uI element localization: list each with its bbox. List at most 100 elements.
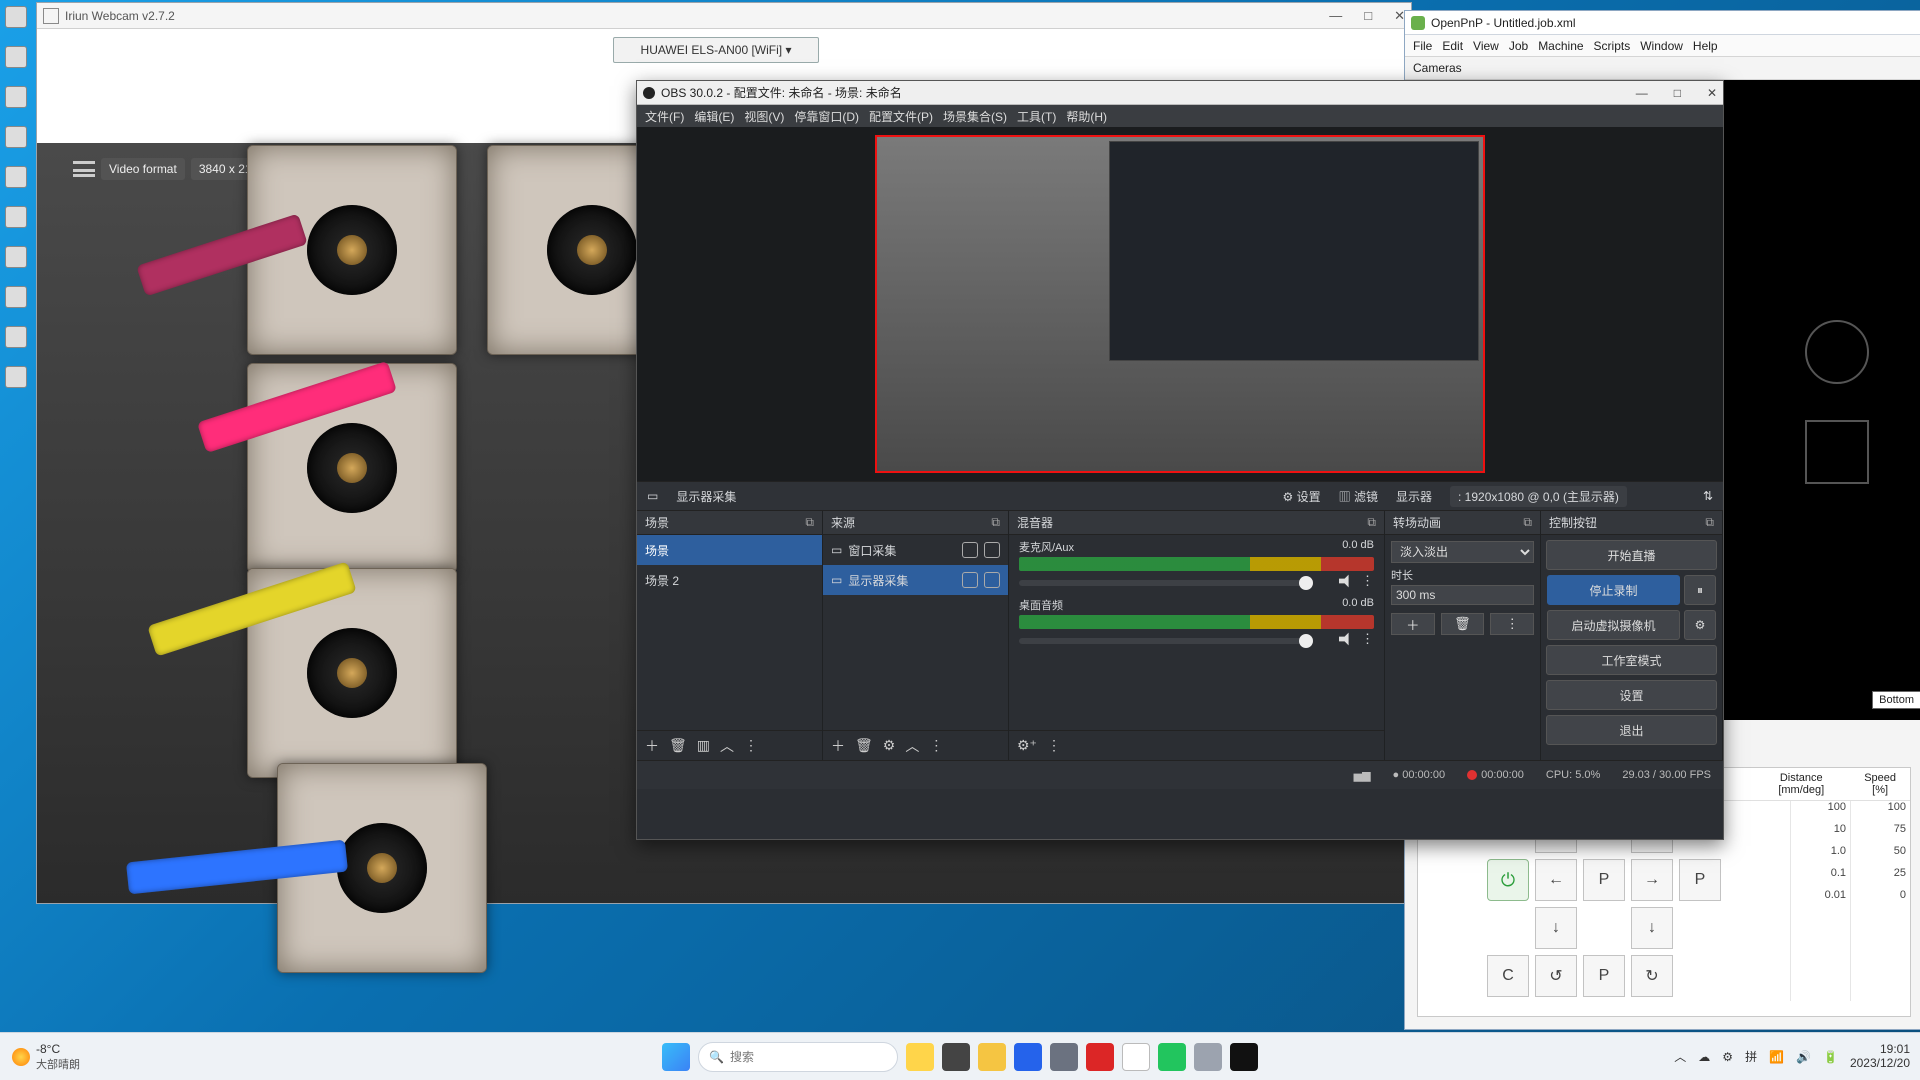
virtual-cam-button[interactable]: 启动虚拟摄像机: [1547, 610, 1680, 640]
source-up-button[interactable]: ︿: [905, 736, 919, 756]
studio-mode-button[interactable]: 工作室模式: [1546, 645, 1716, 675]
scene-more-button[interactable]: ⋮: [744, 737, 758, 754]
taskbar-app[interactable]: [1050, 1043, 1078, 1071]
scene-filter-button[interactable]: ▥: [697, 737, 710, 754]
channel-more[interactable]: ⋮: [1361, 631, 1374, 647]
settings-button[interactable]: 设置: [1546, 680, 1716, 710]
menu-profile[interactable]: 配置文件(P): [869, 108, 933, 125]
source-props-button[interactable]: ⚙: [883, 737, 896, 754]
desk-icon[interactable]: [5, 166, 27, 188]
menu-window[interactable]: Window: [1640, 39, 1683, 53]
desk-icon[interactable]: [5, 326, 27, 348]
taskbar-search[interactable]: 🔍 搜索: [698, 1042, 898, 1072]
taskbar-app[interactable]: [1194, 1043, 1222, 1071]
start-button[interactable]: [662, 1043, 690, 1071]
desk-icon[interactable]: [5, 206, 27, 228]
openpnp-menubar[interactable]: File Edit View Job Machine Scripts Windo…: [1405, 35, 1920, 57]
channel-more[interactable]: ⋮: [1361, 573, 1374, 589]
jog-y-down[interactable]: ↓: [1535, 907, 1577, 949]
menu-help[interactable]: Help: [1693, 39, 1718, 53]
start-stream-button[interactable]: 开始直播: [1546, 540, 1716, 570]
taskbar-app[interactable]: [942, 1043, 970, 1071]
menu-scenes[interactable]: 场景集合(S): [943, 108, 1007, 125]
lock-toggle[interactable]: [984, 542, 1000, 558]
distance-slider[interactable]: 100 10 1.0 0.1 0.01: [1790, 801, 1850, 1001]
speed-slider[interactable]: 100 75 50 25 0: [1850, 801, 1910, 1001]
menu-file[interactable]: File: [1413, 39, 1432, 53]
menu-edit[interactable]: 编辑(E): [694, 108, 734, 125]
display-value[interactable]: : 1920x1080 @ 0,0 (主显示器): [1450, 486, 1627, 507]
jog-ccw[interactable]: ↺: [1535, 955, 1577, 997]
exit-button[interactable]: 退出: [1546, 715, 1716, 745]
menu-view[interactable]: View: [1473, 39, 1499, 53]
add-scene-button[interactable]: ＋: [645, 736, 659, 756]
desk-icon[interactable]: [5, 86, 27, 108]
tray-icon[interactable]: ⚙: [1722, 1050, 1733, 1064]
menu-machine[interactable]: Machine: [1538, 39, 1583, 53]
menu-file[interactable]: 文件(F): [645, 108, 684, 125]
filters-button[interactable]: 滤镜: [1354, 490, 1378, 504]
menu-help[interactable]: 帮助(H): [1066, 108, 1107, 125]
mixer-more-button[interactable]: ⋮: [1047, 737, 1061, 754]
source-item[interactable]: ▭窗口采集: [823, 535, 1008, 565]
trans-more-button[interactable]: ⋮: [1490, 613, 1534, 635]
jog-z-down[interactable]: ↓: [1631, 907, 1673, 949]
tray-wifi-icon[interactable]: 📶: [1769, 1050, 1784, 1064]
taskbar-app[interactable]: [1122, 1043, 1150, 1071]
tray-ime[interactable]: 拼: [1745, 1048, 1757, 1065]
trans-add-button[interactable]: ＋: [1391, 613, 1435, 635]
desk-icon[interactable]: [5, 46, 27, 68]
obs-preview[interactable]: [637, 127, 1723, 481]
minimize-button[interactable]: —: [1329, 8, 1342, 24]
weather-widget[interactable]: -8°C 大部晴朗: [12, 1042, 80, 1072]
mute-button[interactable]: [1339, 573, 1355, 589]
taskbar[interactable]: -8°C 大部晴朗 🔍 搜索 ︿ ☁ ⚙ 拼 📶: [0, 1032, 1920, 1080]
obs-titlebar[interactable]: OBS 30.0.2 - 配置文件: 未命名 - 场景: 未命名 — □ ✕: [637, 81, 1723, 105]
jog-z-park[interactable]: P: [1679, 859, 1721, 901]
menu-scripts[interactable]: Scripts: [1594, 39, 1631, 53]
mute-button[interactable]: [1339, 631, 1355, 647]
trans-remove-button[interactable]: 🗑: [1441, 613, 1485, 635]
scene-item[interactable]: 场景 2: [637, 565, 822, 595]
undock-icon[interactable]: ⧉: [1367, 515, 1376, 530]
add-source-button[interactable]: ＋: [831, 736, 845, 756]
source-item[interactable]: ▭显示器采集: [823, 565, 1008, 595]
transition-select[interactable]: 淡入淡出: [1391, 541, 1534, 563]
scene-up-button[interactable]: ︿: [720, 736, 734, 756]
jog-x-left[interactable]: ←: [1535, 859, 1577, 901]
remove-scene-button[interactable]: 🗑: [669, 737, 687, 754]
desk-icon[interactable]: [5, 6, 27, 28]
tray-chevron[interactable]: ︿: [1674, 1048, 1686, 1065]
jog-cw[interactable]: ↻: [1631, 955, 1673, 997]
jog-c[interactable]: C: [1487, 955, 1529, 997]
desk-icon[interactable]: [5, 126, 27, 148]
jog-x-right[interactable]: →: [1631, 859, 1673, 901]
iriun-titlebar[interactable]: Iriun Webcam v2.7.2 — □ ✕: [37, 3, 1411, 29]
visibility-toggle[interactable]: [962, 572, 978, 588]
undock-icon[interactable]: ⧉: [1705, 515, 1714, 530]
volume-slider[interactable]: [1019, 580, 1313, 586]
menu-edit[interactable]: Edit: [1442, 39, 1463, 53]
obs-menubar[interactable]: 文件(F) 编辑(E) 视图(V) 停靠窗口(D) 配置文件(P) 场景集合(S…: [637, 105, 1723, 127]
desk-icon[interactable]: [5, 366, 27, 388]
desk-icon[interactable]: [5, 246, 27, 268]
taskbar-app[interactable]: [1230, 1043, 1258, 1071]
taskbar-app[interactable]: [978, 1043, 1006, 1071]
stepper-icon[interactable]: ⇅: [1703, 489, 1713, 503]
pause-record-button[interactable]: ⏸: [1684, 575, 1716, 605]
stop-record-button[interactable]: 停止录制: [1547, 575, 1680, 605]
virtual-cam-settings[interactable]: ⚙: [1684, 610, 1716, 640]
tray-icon[interactable]: ☁: [1698, 1050, 1710, 1064]
undock-icon[interactable]: ⧉: [805, 515, 814, 530]
mixer-settings-button[interactable]: ⚙⁺: [1017, 737, 1037, 754]
taskbar-clock[interactable]: 19:01 2023/12/20: [1850, 1043, 1910, 1071]
menu-job[interactable]: Job: [1509, 39, 1528, 53]
tray-volume-icon[interactable]: 🔊: [1796, 1050, 1811, 1064]
menu-tools[interactable]: 工具(T): [1017, 108, 1056, 125]
device-select[interactable]: HUAWEI ELS-AN00 [WiFi] ▾: [613, 37, 819, 63]
remove-source-button[interactable]: 🗑: [855, 737, 873, 754]
taskbar-app[interactable]: [1014, 1043, 1042, 1071]
visibility-toggle[interactable]: [962, 542, 978, 558]
hamburger-icon[interactable]: [73, 161, 95, 177]
tray-battery-icon[interactable]: 🔋: [1823, 1050, 1838, 1064]
